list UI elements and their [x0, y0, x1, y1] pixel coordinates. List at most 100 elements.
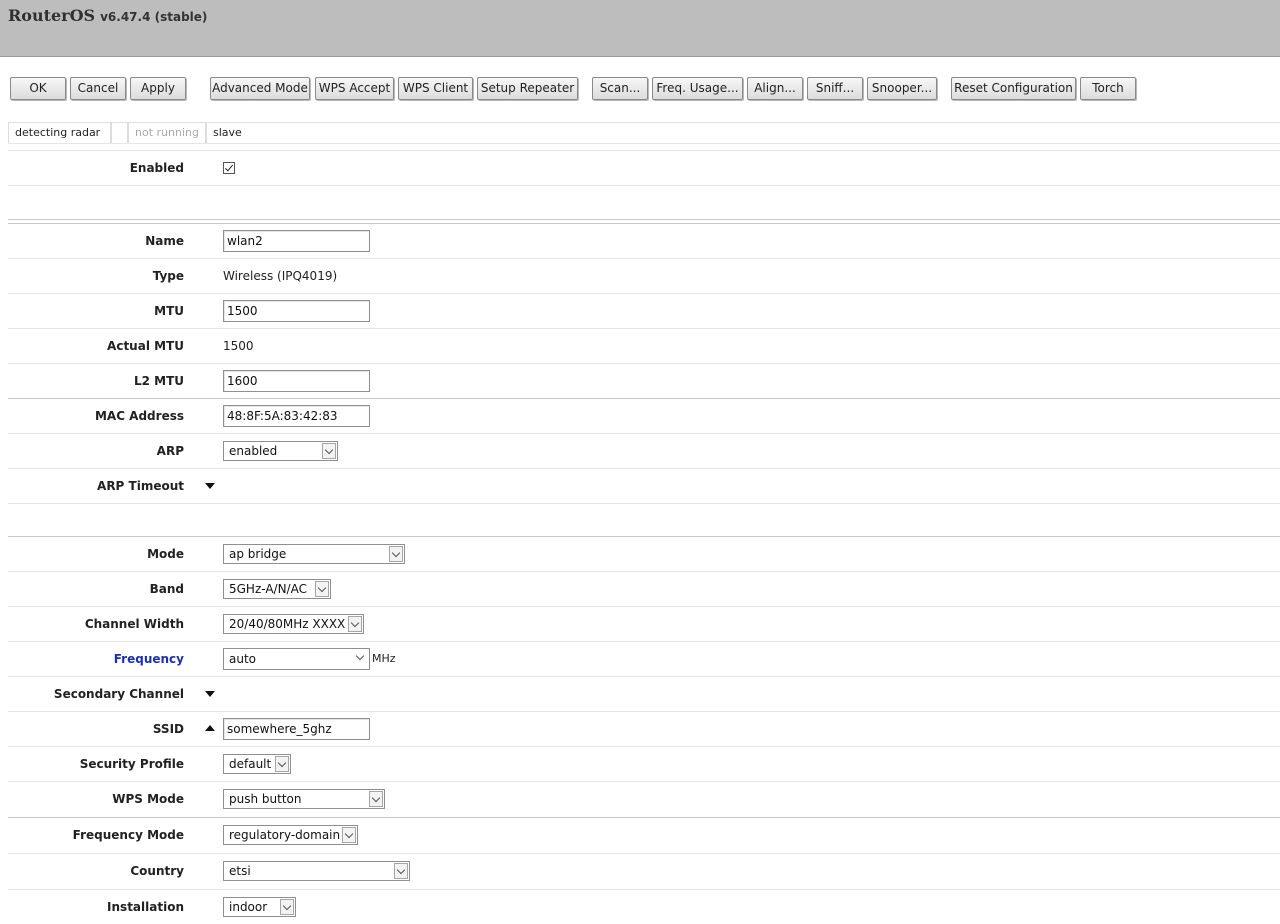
l2-mtu-input[interactable]: 1600 — [223, 370, 370, 392]
mtu-input[interactable]: 1500 — [223, 300, 370, 322]
chevron-down-icon[interactable] — [275, 756, 289, 772]
expand-triangle-icon[interactable] — [205, 483, 215, 489]
product-version: v6.47.4 (stable) — [100, 10, 208, 24]
country-select-value: etsi — [229, 864, 251, 878]
frequency-select[interactable]: auto — [223, 648, 370, 670]
chevron-down-icon[interactable] — [394, 863, 408, 879]
installation-select-value: indoor — [229, 900, 268, 914]
row-country: Country etsi — [8, 853, 1280, 888]
security-profile-label: Security Profile — [79, 757, 184, 771]
chevron-down-icon[interactable] — [280, 899, 294, 915]
channel-width-label: Channel Width — [84, 617, 184, 631]
status-radar: detecting radar — [8, 123, 111, 143]
status-empty — [111, 123, 128, 143]
chevron-down-icon[interactable] — [315, 581, 329, 597]
chevron-down-icon[interactable] — [342, 827, 356, 843]
wps-mode-label: WPS Mode — [112, 792, 184, 806]
align-button[interactable]: Align... — [747, 77, 803, 100]
mode-select[interactable]: ap bridge — [223, 544, 405, 564]
collapse-triangle-icon[interactable] — [205, 725, 215, 731]
actual-mtu-label: Actual MTU — [107, 339, 184, 353]
frequency-mode-label: Frequency Mode — [72, 828, 184, 842]
mtu-label: MTU — [154, 304, 184, 318]
expand-triangle-icon[interactable] — [205, 691, 215, 697]
row-frequency-mode: Frequency Mode regulatory-domain — [8, 817, 1280, 852]
torch-button[interactable]: Torch — [1080, 77, 1136, 100]
row-l2-mtu: L2 MTU 1600 — [8, 363, 1280, 398]
country-select[interactable]: etsi — [223, 861, 410, 881]
row-spacer — [8, 185, 1280, 220]
top-header: RouterOS v6.47.4 (stable) — [0, 0, 1280, 57]
row-enabled: Enabled — [8, 150, 1280, 185]
security-profile-select-value: default — [229, 757, 272, 771]
installation-select[interactable]: indoor — [223, 897, 296, 917]
wps-client-button[interactable]: WPS Client — [398, 77, 473, 100]
frequency-mode-select-value: regulatory-domain — [229, 828, 341, 842]
secondary-channel-label: Secondary Channel — [53, 687, 184, 701]
mac-address-input[interactable]: 48:8F:5A:83:42:83 — [223, 405, 370, 427]
toolbar: OK Cancel Apply Advanced Mode WPS Accept… — [0, 77, 1280, 102]
l2-mtu-label: L2 MTU — [133, 374, 184, 388]
status-role: slave — [206, 123, 266, 143]
chevron-down-icon[interactable] — [354, 650, 368, 666]
band-select-value: 5GHz-A/N/AC — [229, 582, 307, 596]
wps-mode-select[interactable]: push button — [223, 789, 385, 809]
row-mac-address: MAC Address 48:8F:5A:83:42:83 — [8, 398, 1280, 433]
row-actual-mtu: Actual MTU 1500 — [8, 328, 1280, 363]
snooper-button[interactable]: Snooper... — [867, 77, 937, 100]
row-channel-width: Channel Width 20/40/80MHz XXXX — [8, 606, 1280, 641]
apply-button[interactable]: Apply — [130, 77, 186, 100]
channel-width-select[interactable]: 20/40/80MHz XXXX — [223, 614, 364, 634]
reset-configuration-button[interactable]: Reset Configuration — [951, 77, 1076, 100]
row-mtu: MTU 1500 — [8, 293, 1280, 328]
chevron-down-icon[interactable] — [348, 616, 362, 632]
row-frequency: Frequency auto MHz — [8, 641, 1280, 676]
row-ssid: SSID somewhere_5ghz — [8, 711, 1280, 746]
wps-accept-button[interactable]: WPS Accept — [315, 77, 394, 100]
row-security-profile: Security Profile default — [8, 746, 1280, 781]
band-label: Band — [149, 582, 184, 596]
type-label: Type — [152, 269, 184, 283]
row-name: Name wlan2 — [8, 223, 1280, 258]
freq-usage-button[interactable]: Freq. Usage... — [652, 77, 743, 100]
arp-select[interactable]: enabled — [223, 441, 338, 461]
section-divider — [8, 219, 1280, 220]
country-label: Country — [130, 864, 184, 878]
enabled-checkbox[interactable] — [223, 162, 235, 174]
mode-label: Mode — [147, 547, 184, 561]
type-value: Wireless (IPQ4019) — [223, 269, 338, 283]
advanced-mode-button[interactable]: Advanced Mode — [210, 77, 310, 100]
chevron-down-icon[interactable] — [369, 791, 383, 807]
scan-button[interactable]: Scan... — [592, 77, 648, 100]
row-mode: Mode ap bridge — [8, 536, 1280, 571]
chevron-down-icon[interactable] — [322, 443, 336, 459]
status-running: not running — [128, 123, 206, 143]
name-input[interactable]: wlan2 — [223, 230, 370, 252]
row-spacer-2 — [8, 503, 1280, 538]
band-select[interactable]: 5GHz-A/N/AC — [223, 579, 331, 599]
sniff-button[interactable]: Sniff... — [807, 77, 863, 100]
installation-label: Installation — [107, 900, 184, 914]
row-wps-mode: WPS Mode push button — [8, 781, 1280, 816]
brand-title: RouterOS v6.47.4 (stable) — [8, 6, 207, 25]
channel-width-select-value: 20/40/80MHz XXXX — [229, 617, 346, 631]
setup-repeater-button[interactable]: Setup Repeater — [477, 77, 578, 100]
row-arp-timeout: ARP Timeout — [8, 468, 1280, 503]
frequency-select-value: auto — [229, 652, 257, 666]
ok-button[interactable]: OK — [10, 77, 66, 100]
mac-address-label: MAC Address — [94, 409, 184, 423]
frequency-unit: MHz — [372, 652, 396, 665]
row-installation: Installation indoor — [8, 889, 1280, 924]
enabled-label: Enabled — [129, 161, 184, 175]
arp-timeout-label: ARP Timeout — [97, 479, 184, 493]
ssid-label: SSID — [152, 722, 184, 736]
frequency-label[interactable]: Frequency — [114, 642, 184, 676]
cancel-button[interactable]: Cancel — [70, 77, 126, 100]
ssid-input[interactable]: somewhere_5ghz — [223, 718, 370, 740]
row-type: Type Wireless (IPQ4019) — [8, 258, 1280, 293]
security-profile-select[interactable]: default — [223, 754, 291, 774]
chevron-down-icon[interactable] — [389, 546, 403, 562]
frequency-mode-select[interactable]: regulatory-domain — [223, 825, 358, 845]
row-secondary-channel: Secondary Channel — [8, 676, 1280, 711]
actual-mtu-value: 1500 — [223, 339, 254, 353]
